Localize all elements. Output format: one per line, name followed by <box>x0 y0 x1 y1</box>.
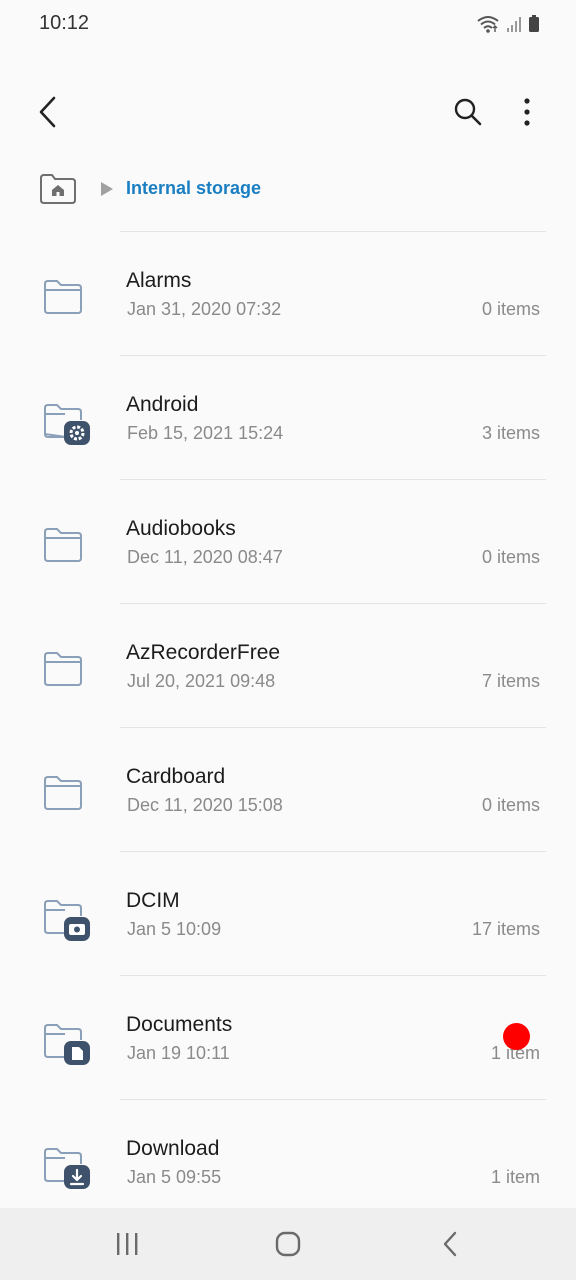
file-count: 3 items <box>481 423 540 443</box>
back-arrow-icon <box>39 96 56 128</box>
file-row-android[interactable]: Android Feb 15, 2021 15:24 3 items <box>0 356 576 480</box>
home-button[interactable] <box>266 1224 310 1264</box>
more-options-button[interactable] <box>507 92 547 132</box>
file-name: DCIM <box>126 889 180 912</box>
file-row-alarms[interactable]: Alarms Jan 31, 2020 07:32 0 items <box>0 232 576 356</box>
app-bar <box>0 80 576 144</box>
file-name: Download <box>126 1137 220 1160</box>
triangle-right-icon <box>101 182 113 196</box>
status-icons <box>476 14 540 34</box>
nav-bar <box>0 1208 576 1280</box>
back-button[interactable] <box>28 92 68 132</box>
file-name: Cardboard <box>126 765 226 788</box>
file-date: Dec 11, 2020 08:47 <box>127 547 283 567</box>
file-date: Jan 5 09:55 <box>127 1167 222 1187</box>
file-name: Android <box>126 393 199 416</box>
screen: 10:12 Internal storage Alarms Jan 31, 20… <box>0 0 576 1280</box>
file-date: Jul 20, 2021 09:48 <box>127 671 276 691</box>
file-row-documents[interactable]: Documents Jan 19 10:11 1 item <box>0 976 576 1100</box>
file-count: 0 items <box>481 547 540 567</box>
file-count: 7 items <box>481 671 540 691</box>
file-date: Jan 31, 2020 07:32 <box>127 299 282 319</box>
search-button[interactable] <box>448 92 488 132</box>
file-row-audiobooks[interactable]: Audiobooks Dec 11, 2020 08:47 0 items <box>0 480 576 604</box>
file-count: 0 items <box>481 795 540 815</box>
breadcrumb: Internal storage <box>0 168 576 212</box>
file-date: Jan 19 10:11 <box>127 1043 230 1063</box>
touch-indicator <box>503 1023 530 1050</box>
folder-download-icon <box>44 1148 90 1189</box>
file-count: 0 items <box>481 299 540 319</box>
file-row-download[interactable]: Download Jan 5 09:55 1 item <box>0 1100 576 1224</box>
home-icon <box>275 1231 301 1257</box>
status-time: 10:12 <box>39 12 90 34</box>
folder-camera-icon <box>44 900 90 941</box>
folder-icon <box>44 652 82 686</box>
wifi-icon <box>477 16 499 33</box>
file-name: Alarms <box>126 269 192 292</box>
file-count: 17 items <box>471 919 540 939</box>
folder-icon <box>44 280 82 314</box>
file-name: AzRecorderFree <box>126 641 281 664</box>
file-row-azrecorderfree[interactable]: AzRecorderFree Jul 20, 2021 09:48 7 item… <box>0 604 576 728</box>
file-count: 1 item <box>490 1167 540 1187</box>
back-nav-button[interactable] <box>428 1224 472 1264</box>
file-date: Dec 11, 2020 15:08 <box>127 795 283 815</box>
folder-settings-icon <box>43 404 90 445</box>
file-name: Audiobooks <box>126 517 236 540</box>
breadcrumb-current[interactable]: Internal storage <box>126 178 261 199</box>
folder-icon <box>44 776 82 810</box>
home-folder-icon <box>40 174 76 204</box>
recent-apps-button[interactable] <box>105 1224 149 1264</box>
file-date: Feb 15, 2021 15:24 <box>127 423 284 443</box>
home-folder-button[interactable] <box>38 172 78 206</box>
more-vertical-icon <box>524 98 530 126</box>
folder-document-icon <box>44 1024 90 1065</box>
file-row-dcim[interactable]: DCIM Jan 5 10:09 17 items <box>0 852 576 976</box>
recent-apps-icon <box>117 1233 138 1255</box>
folder-icon <box>44 528 82 562</box>
signal-icon <box>507 17 521 32</box>
file-name: Documents <box>126 1013 233 1036</box>
status-bar: 10:12 <box>0 0 576 48</box>
file-row-cardboard[interactable]: Cardboard Dec 11, 2020 15:08 0 items <box>0 728 576 852</box>
file-date: Jan 5 10:09 <box>127 919 222 939</box>
battery-icon <box>529 15 539 32</box>
back-icon <box>443 1231 457 1257</box>
search-icon <box>454 98 482 126</box>
